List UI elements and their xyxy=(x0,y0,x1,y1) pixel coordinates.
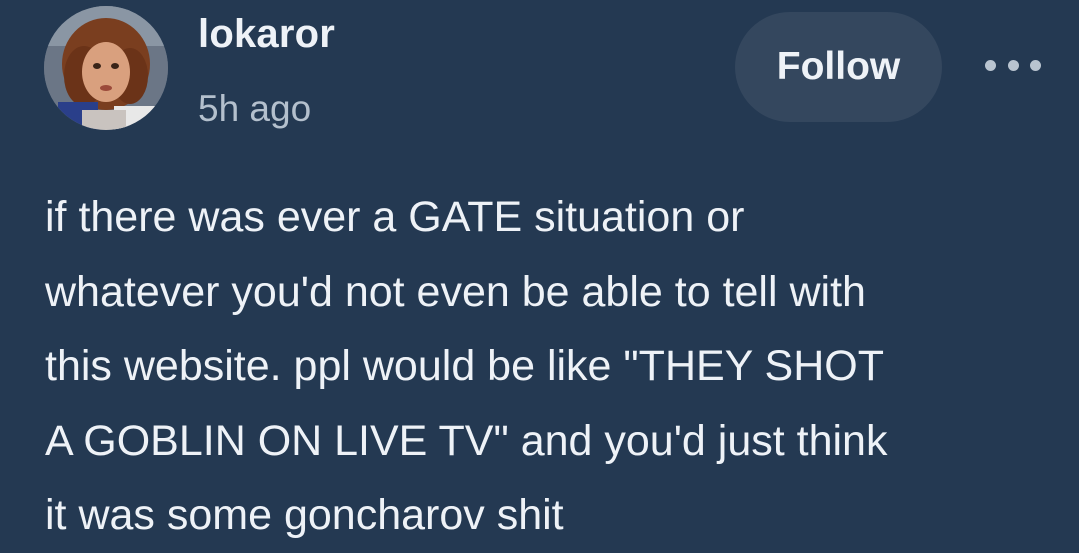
follow-button[interactable]: Follow xyxy=(735,12,942,122)
avatar[interactable] xyxy=(44,6,168,130)
post-timestamp[interactable]: 5h ago xyxy=(198,88,311,130)
post-body-line: it was some goncharov shit xyxy=(45,491,564,539)
author-username[interactable]: lokaror xyxy=(198,12,335,57)
post-body-line: if there was ever a GATE situation or xyxy=(45,193,745,241)
more-dot xyxy=(1007,59,1019,71)
post-body-line: this website. ppl would be like "THEY SH… xyxy=(45,342,884,390)
more-dot xyxy=(1030,59,1041,71)
post-body-line: A GOBLIN ON LIVE TV" and you'd just thin… xyxy=(45,416,888,465)
more-horizontal-icon[interactable] xyxy=(985,48,1041,82)
post-body-line: whatever you'd not even be able to tell … xyxy=(45,267,866,316)
avatar-image xyxy=(44,6,168,130)
post-card: lokaror 5h ago Follow if there was ever … xyxy=(0,0,1079,544)
more-dot xyxy=(985,59,996,71)
post-body: if there was ever a GATE situation or wh… xyxy=(45,180,1055,553)
